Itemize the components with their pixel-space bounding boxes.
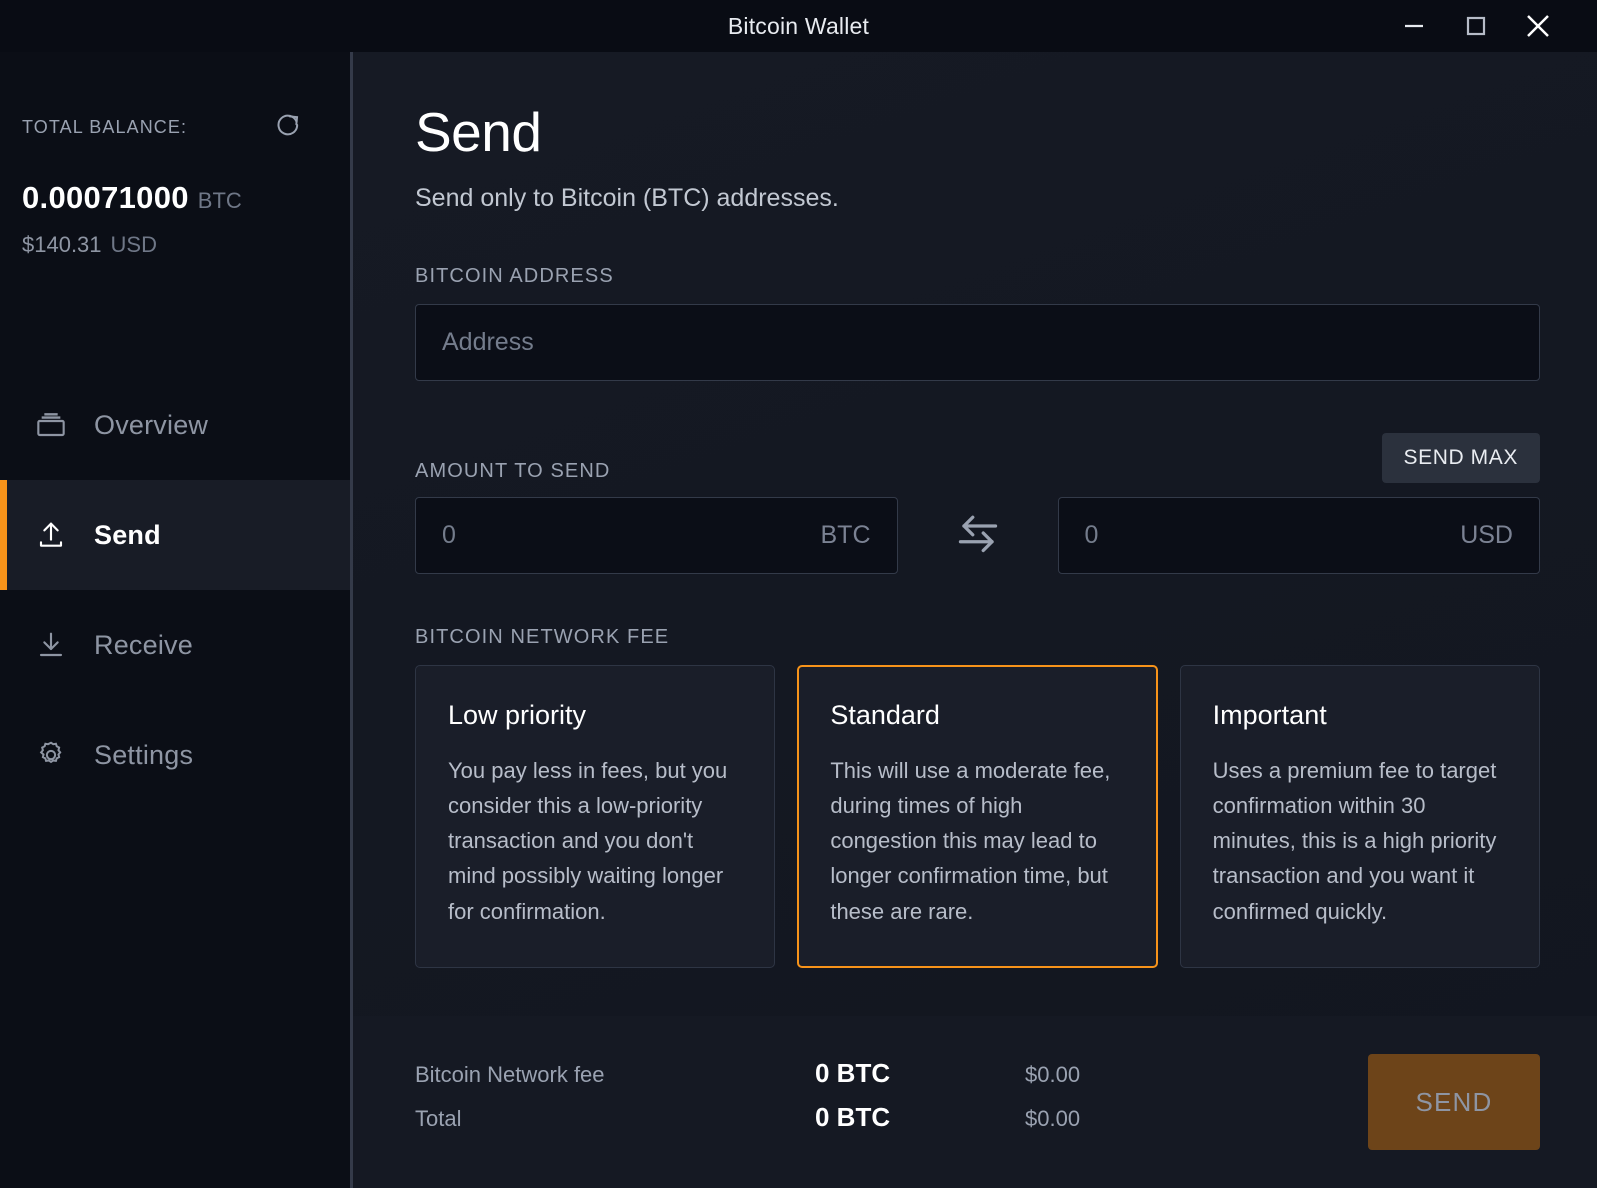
maximize-icon <box>1464 14 1488 38</box>
sidebar: TOTAL BALANCE: 0.00071000 BTC $140.31 US… <box>0 52 353 1188</box>
fee-option-list: Low priority You pay less in fees, but y… <box>415 664 1540 968</box>
amount-row: 0 BTC 0 USD <box>415 496 1540 574</box>
balance-header: TOTAL BALANCE: <box>22 112 328 142</box>
fee-option-description: Uses a premium fee to target confirmatio… <box>1212 757 1497 924</box>
summary-btc-value: 0 BTC <box>815 1102 891 1132</box>
balance-usd: $140.31 USD <box>22 232 328 258</box>
window-controls <box>1383 0 1597 52</box>
amount-usd-placeholder: 0 <box>1084 520 1099 549</box>
app-body: TOTAL BALANCE: 0.00071000 BTC $140.31 US… <box>0 52 1597 1188</box>
window-title: Bitcoin Wallet <box>727 12 870 39</box>
swap-currency-button[interactable] <box>898 505 1058 566</box>
sidebar-nav: Overview Send Receive Settings <box>0 370 350 810</box>
summary-table: Bitcoin Network fee 0 BTC $0.00 Total 0 … <box>415 1058 1368 1146</box>
main-content: Send Send only to Bitcoin (BTC) addresse… <box>353 52 1597 1188</box>
sidebar-item-label: Receive <box>94 629 193 660</box>
app-window: Bitcoin Wallet TOTAL BALANCE: 0.00071000… <box>0 0 1597 1188</box>
summary-row-network-fee: Bitcoin Network fee 0 BTC $0.00 <box>415 1058 1368 1102</box>
fee-option-title: Standard <box>830 699 940 730</box>
amount-btc-unit: BTC <box>820 520 871 549</box>
address-section: BITCOIN ADDRESS Address <box>415 265 1540 381</box>
send-summary-footer: Bitcoin Network fee 0 BTC $0.00 Total 0 … <box>353 1016 1597 1188</box>
amount-btc-input[interactable]: 0 BTC <box>415 496 898 574</box>
fee-option-standard[interactable]: Standard This will use a moderate fee, d… <box>797 664 1158 968</box>
sidebar-item-receive[interactable]: Receive <box>0 590 350 700</box>
sidebar-item-label: Settings <box>94 739 194 770</box>
summary-label: Bitcoin Network fee <box>415 1062 605 1087</box>
amount-btc-placeholder: 0 <box>442 520 456 549</box>
balance-block: TOTAL BALANCE: 0.00071000 BTC $140.31 US… <box>0 52 350 258</box>
network-fee-section: BITCOIN NETWORK FEE Low priority You pay… <box>415 626 1540 968</box>
swap-arrows-icon <box>950 505 1006 566</box>
gear-icon <box>33 737 69 773</box>
fee-option-description: This will use a moderate fee, during tim… <box>830 757 1111 924</box>
maximize-button[interactable] <box>1445 0 1507 52</box>
send-max-button[interactable]: SEND MAX <box>1381 432 1540 483</box>
summary-usd-value: $0.00 <box>1025 1106 1081 1131</box>
fee-option-title: Important <box>1212 699 1327 730</box>
download-arrow-icon <box>33 627 69 663</box>
balance-btc-value: 0.00071000 <box>22 180 189 215</box>
refresh-balance-button[interactable] <box>274 112 304 142</box>
upload-arrow-icon <box>33 517 69 553</box>
sidebar-item-settings[interactable]: Settings <box>0 700 350 810</box>
total-balance-label: TOTAL BALANCE: <box>22 116 188 137</box>
sidebar-item-send[interactable]: Send <box>0 480 350 590</box>
title-bar: Bitcoin Wallet <box>0 0 1597 52</box>
bitcoin-network-fee-label: BITCOIN NETWORK FEE <box>415 625 670 648</box>
bitcoin-address-input[interactable]: Address <box>415 303 1540 381</box>
sidebar-item-label: Send <box>94 519 161 550</box>
send-form: Send Send only to Bitcoin (BTC) addresse… <box>353 52 1597 1016</box>
refresh-icon <box>275 111 303 144</box>
balance-btc-unit: BTC <box>197 188 242 213</box>
page-subtitle: Send only to Bitcoin (BTC) addresses. <box>415 183 839 212</box>
amount-section: AMOUNT TO SEND SEND MAX 0 BTC 0 USD <box>415 432 1540 574</box>
amount-usd-input[interactable]: 0 USD <box>1057 496 1540 574</box>
bitcoin-address-placeholder: Address <box>442 327 534 356</box>
fee-option-important[interactable]: Important Uses a premium fee to target c… <box>1179 664 1540 968</box>
sidebar-item-overview[interactable]: Overview <box>0 370 350 480</box>
close-button[interactable] <box>1507 0 1569 52</box>
amount-to-send-label: AMOUNT TO SEND <box>415 459 611 482</box>
fee-option-title: Low priority <box>448 699 587 730</box>
balance-usd-value: $140.31 <box>22 232 102 257</box>
summary-row-total: Total 0 BTC $0.00 <box>415 1102 1368 1146</box>
minimize-icon <box>1402 14 1426 38</box>
page-title: Send <box>415 101 542 163</box>
fee-option-description: You pay less in fees, but you consider t… <box>448 757 728 924</box>
fee-option-low-priority[interactable]: Low priority You pay less in fees, but y… <box>415 664 776 968</box>
summary-btc-value: 0 BTC <box>815 1058 891 1088</box>
summary-usd-value: $0.00 <box>1025 1062 1081 1087</box>
minimize-button[interactable] <box>1383 0 1445 52</box>
wallet-icon <box>33 407 69 443</box>
amount-header: AMOUNT TO SEND SEND MAX <box>415 432 1540 483</box>
summary-label: Total <box>415 1106 462 1131</box>
close-icon <box>1523 11 1553 41</box>
amount-usd-unit: USD <box>1460 520 1513 549</box>
balance-usd-unit: USD <box>110 232 157 257</box>
sidebar-item-label: Overview <box>94 409 209 440</box>
balance-btc: 0.00071000 BTC <box>22 180 328 216</box>
bitcoin-address-label: BITCOIN ADDRESS <box>415 264 614 287</box>
send-button[interactable]: SEND <box>1368 1054 1540 1150</box>
